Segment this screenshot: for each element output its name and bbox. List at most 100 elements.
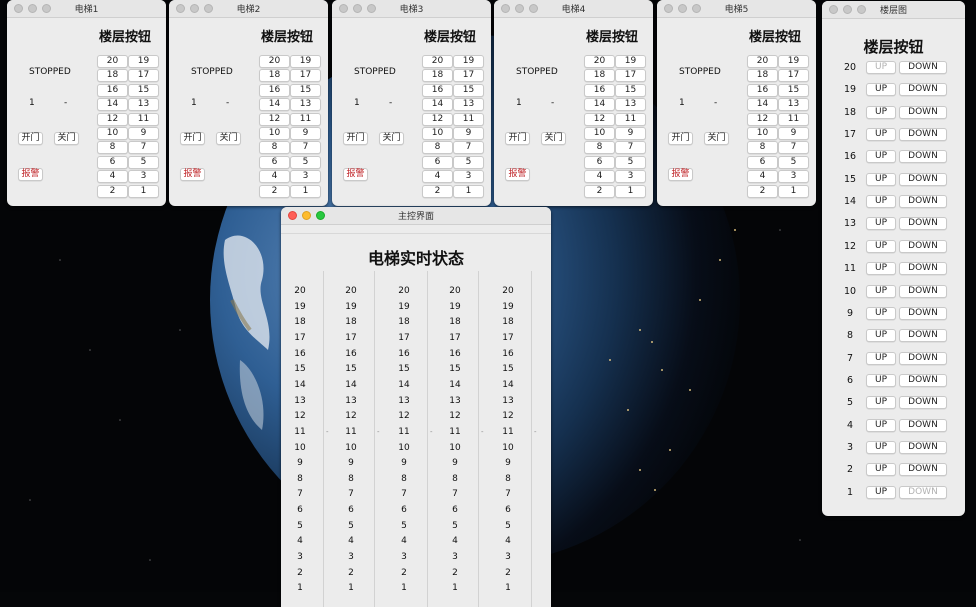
up-button[interactable]: UP [866,150,896,164]
floor-button[interactable]: 5 [778,155,809,169]
floor-button[interactable]: 16 [97,83,128,97]
floor-button[interactable]: 1 [290,184,321,198]
floor-button[interactable]: 2 [259,184,290,198]
floor-button[interactable]: 20 [422,55,453,68]
floor-button[interactable]: 6 [97,155,128,169]
down-button[interactable]: DOWN [899,351,947,365]
up-button[interactable]: UP [866,262,896,276]
floor-button[interactable]: 1 [615,184,646,198]
floor-button[interactable]: 9 [290,127,321,140]
up-button[interactable]: UP [866,83,896,97]
floor-button[interactable]: 4 [259,170,290,184]
floor-button[interactable]: 14 [259,98,290,112]
down-button[interactable]: DOWN [899,373,947,387]
floor-button[interactable]: 16 [747,83,778,97]
up-button[interactable]: UP [866,61,896,74]
open-door-button[interactable]: 开门 [18,132,43,145]
floor-button[interactable]: 14 [747,98,778,112]
floor-button[interactable]: 3 [290,170,321,184]
floor-button[interactable]: 14 [584,98,615,112]
floor-button[interactable]: 9 [615,127,646,140]
up-button[interactable]: UP [866,217,896,231]
floor-button[interactable]: 8 [259,141,290,155]
open-door-button[interactable]: 开门 [180,132,205,145]
alarm-button[interactable]: 报警 [668,168,693,181]
alarm-button[interactable]: 报警 [505,168,530,181]
up-button[interactable]: UP [866,351,896,365]
floor-button[interactable]: 4 [584,170,615,184]
floor-button[interactable]: 3 [615,170,646,184]
floor-button[interactable]: 12 [584,112,615,126]
up-button[interactable]: UP [866,396,896,410]
floor-button[interactable]: 19 [290,55,321,68]
floor-button[interactable]: 4 [747,170,778,184]
floor-button[interactable]: 8 [584,141,615,155]
floor-button[interactable]: 15 [128,83,159,97]
floor-button[interactable]: 20 [97,55,128,68]
down-button[interactable]: DOWN [899,217,947,231]
floor-button[interactable]: 17 [290,69,321,83]
floor-button[interactable]: 11 [778,112,809,126]
floor-button[interactable]: 14 [422,98,453,112]
floor-button[interactable]: 18 [97,69,128,83]
floor-button[interactable]: 3 [453,170,484,184]
floor-button[interactable]: 11 [128,112,159,126]
up-button[interactable]: UP [866,128,896,142]
open-door-button[interactable]: 开门 [668,132,693,145]
up-button[interactable]: UP [866,329,896,343]
floor-button[interactable]: 11 [453,112,484,126]
floor-button[interactable]: 7 [290,141,321,155]
floor-button[interactable]: 2 [584,184,615,198]
floor-button[interactable]: 17 [778,69,809,83]
floor-button[interactable]: 8 [422,141,453,155]
floor-button[interactable]: 4 [422,170,453,184]
floor-button[interactable]: 7 [128,141,159,155]
floor-button[interactable]: 11 [615,112,646,126]
floor-button[interactable]: 10 [422,127,453,140]
floor-button[interactable]: 7 [615,141,646,155]
floor-button[interactable]: 15 [453,83,484,97]
floor-button[interactable]: 13 [453,98,484,112]
up-button[interactable]: UP [866,440,896,454]
close-door-button[interactable]: 关门 [54,132,79,145]
floor-button[interactable]: 11 [290,112,321,126]
floor-button[interactable]: 10 [259,127,290,140]
floor-button[interactable]: 19 [453,55,484,68]
floor-button[interactable]: 16 [259,83,290,97]
floor-button[interactable]: 3 [778,170,809,184]
floor-button[interactable]: 18 [584,69,615,83]
down-button[interactable]: DOWN [899,128,947,142]
alarm-button[interactable]: 报警 [180,168,205,181]
up-button[interactable]: UP [866,239,896,253]
floor-button[interactable]: 6 [747,155,778,169]
floor-button[interactable]: 20 [259,55,290,68]
floor-button[interactable]: 12 [259,112,290,126]
up-button[interactable]: UP [866,284,896,298]
floor-button[interactable]: 20 [584,55,615,68]
floor-button[interactable]: 6 [584,155,615,169]
up-button[interactable]: UP [866,172,896,186]
down-button[interactable]: DOWN [899,239,947,253]
floor-button[interactable]: 4 [97,170,128,184]
up-button[interactable]: UP [866,306,896,320]
floor-button[interactable]: 12 [97,112,128,126]
down-button[interactable]: DOWN [899,306,947,320]
floor-button[interactable]: 10 [97,127,128,140]
floor-button[interactable]: 9 [128,127,159,140]
down-button[interactable]: DOWN [899,83,947,97]
alarm-button[interactable]: 报警 [343,168,368,181]
floor-button[interactable]: 2 [422,184,453,198]
down-button[interactable]: DOWN [899,463,947,477]
down-button[interactable]: DOWN [899,105,947,119]
floor-button[interactable]: 5 [453,155,484,169]
floor-button[interactable]: 18 [259,69,290,83]
down-button[interactable]: DOWN [899,262,947,276]
floor-button[interactable]: 19 [128,55,159,68]
close-door-button[interactable]: 关门 [541,132,566,145]
floor-button[interactable]: 12 [422,112,453,126]
floor-button[interactable]: 1 [128,184,159,198]
up-button[interactable]: UP [866,485,896,499]
floor-button[interactable]: 13 [778,98,809,112]
floor-button[interactable]: 14 [97,98,128,112]
floor-button[interactable]: 18 [422,69,453,83]
